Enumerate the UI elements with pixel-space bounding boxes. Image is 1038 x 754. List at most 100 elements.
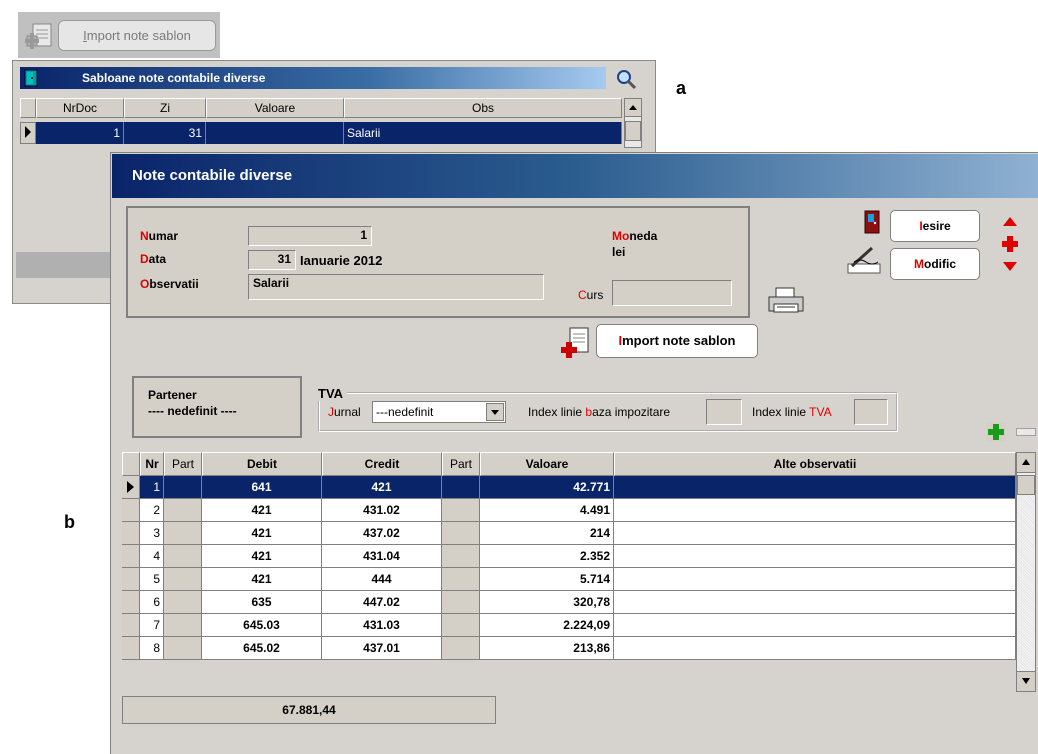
cell-part-debit[interactable] <box>164 499 202 522</box>
import-note-sablon-button-top[interactable]: Import note sablon <box>58 20 216 51</box>
cell-debit[interactable]: 645.03 <box>202 614 322 637</box>
index-baza-field[interactable] <box>706 399 742 425</box>
col-debit[interactable]: Debit <box>202 452 322 476</box>
cell-nr[interactable]: 8 <box>140 637 164 660</box>
table-row[interactable]: 1 31 Salarii <box>20 122 622 144</box>
table-row[interactable]: 8 645.02 437.01 213,86 <box>122 637 1016 660</box>
cell-alte-observatii[interactable] <box>614 522 1016 545</box>
col-obs[interactable]: Obs <box>344 98 622 118</box>
cell-part-debit[interactable] <box>164 522 202 545</box>
scroll-thumb[interactable] <box>1017 475 1035 495</box>
cell-part-debit[interactable] <box>164 568 202 591</box>
cell-valoare[interactable]: 2.352 <box>480 545 614 568</box>
cell-part-debit[interactable] <box>164 476 202 499</box>
import-note-sablon-button[interactable]: Import note sablon <box>596 324 758 358</box>
cell-part-debit[interactable] <box>164 545 202 568</box>
cell-nr[interactable]: 5 <box>140 568 164 591</box>
table-row[interactable]: 4 421 431.04 2.352 <box>122 545 1016 568</box>
cell-debit[interactable]: 421 <box>202 499 322 522</box>
cell-part-debit[interactable] <box>164 591 202 614</box>
cell-part-credit[interactable] <box>442 591 480 614</box>
cell-nr[interactable]: 6 <box>140 591 164 614</box>
remove-row-icon[interactable] <box>1016 428 1036 436</box>
sabloane-scrollbar[interactable] <box>624 98 642 148</box>
cell-part-credit[interactable] <box>442 568 480 591</box>
cell-credit[interactable]: 431.02 <box>322 499 442 522</box>
cell-nr[interactable]: 7 <box>140 614 164 637</box>
cell-alte-observatii[interactable] <box>614 591 1016 614</box>
col-valoare[interactable]: Valoare <box>206 98 344 118</box>
scroll-down-button[interactable] <box>1017 671 1035 691</box>
modific-button[interactable]: Modific <box>890 248 980 280</box>
chevron-down-icon[interactable] <box>486 403 504 421</box>
cell-part-credit[interactable] <box>442 499 480 522</box>
cell-alte-observatii[interactable] <box>614 568 1016 591</box>
data-day-field[interactable]: 31 <box>248 250 296 270</box>
cell-part-debit[interactable] <box>164 637 202 660</box>
iesire-button[interactable]: Iesire <box>890 210 980 242</box>
cell-valoare[interactable]: 42.771 <box>480 476 614 499</box>
cell-part-credit[interactable] <box>442 522 480 545</box>
col-nr[interactable]: Nr <box>140 452 164 476</box>
note-grid-scrollbar[interactable] <box>1016 452 1036 692</box>
cell-valoare[interactable]: 320,78 <box>480 591 614 614</box>
cell-valoare[interactable]: 5.714 <box>480 568 614 591</box>
curs-field[interactable] <box>612 280 732 306</box>
cell-valoare[interactable]: 2.224,09 <box>480 614 614 637</box>
cell-part-credit[interactable] <box>442 614 480 637</box>
col-zi[interactable]: Zi <box>124 98 206 118</box>
scroll-up-button[interactable] <box>625 99 641 117</box>
exit-door-icon[interactable] <box>864 210 880 234</box>
table-row[interactable]: 6 635 447.02 320,78 <box>122 591 1016 614</box>
cell-valoare[interactable]: 214 <box>480 522 614 545</box>
cell-nr[interactable]: 3 <box>140 522 164 545</box>
col-part-debit[interactable]: Part <box>164 452 202 476</box>
col-valoare[interactable]: Valoare <box>480 452 614 476</box>
add-row-icon[interactable] <box>986 422 1006 442</box>
cell-alte-observatii[interactable] <box>614 545 1016 568</box>
cell-debit[interactable]: 421 <box>202 545 322 568</box>
cell-debit[interactable]: 421 <box>202 568 322 591</box>
edit-pen-icon[interactable] <box>846 244 882 274</box>
table-row[interactable]: 7 645.03 431.03 2.224,09 <box>122 614 1016 637</box>
cell-credit[interactable]: 447.02 <box>322 591 442 614</box>
cell-part-credit[interactable] <box>442 476 480 499</box>
cell-alte-observatii[interactable] <box>614 614 1016 637</box>
cell-part-debit[interactable] <box>164 614 202 637</box>
cell-nr[interactable]: 4 <box>140 545 164 568</box>
table-row[interactable]: 5 421 444 5.714 <box>122 568 1016 591</box>
cell-nr[interactable]: 1 <box>140 476 164 499</box>
observatii-field[interactable]: Salarii <box>248 274 544 300</box>
cell-nr[interactable]: 2 <box>140 499 164 522</box>
cell-credit[interactable]: 421 <box>322 476 442 499</box>
cell-alte-observatii[interactable] <box>614 499 1016 522</box>
cell-debit[interactable]: 641 <box>202 476 322 499</box>
table-row[interactable]: 1 641 421 42.771 <box>122 476 1016 499</box>
col-credit[interactable]: Credit <box>322 452 442 476</box>
cell-credit[interactable]: 437.02 <box>322 522 442 545</box>
cell-debit[interactable]: 645.02 <box>202 637 322 660</box>
cell-part-credit[interactable] <box>442 545 480 568</box>
cell-credit[interactable]: 431.04 <box>322 545 442 568</box>
cell-credit[interactable]: 437.01 <box>322 637 442 660</box>
scroll-thumb[interactable] <box>625 121 641 141</box>
table-row[interactable]: 2 421 431.02 4.491 <box>122 499 1016 522</box>
table-row[interactable]: 3 421 437.02 214 <box>122 522 1016 545</box>
index-tva-field[interactable] <box>854 399 888 425</box>
col-part-credit[interactable]: Part <box>442 452 480 476</box>
cell-alte-observatii[interactable] <box>614 637 1016 660</box>
scroll-up-button[interactable] <box>1017 453 1035 473</box>
printer-icon[interactable] <box>766 286 806 316</box>
cell-part-credit[interactable] <box>442 637 480 660</box>
numar-field[interactable]: 1 <box>248 226 372 246</box>
search-icon[interactable] <box>614 68 640 90</box>
cell-debit[interactable]: 635 <box>202 591 322 614</box>
cell-debit[interactable]: 421 <box>202 522 322 545</box>
cell-credit[interactable]: 444 <box>322 568 442 591</box>
col-nrdoc[interactable]: NrDoc <box>36 98 124 118</box>
col-alte-observatii[interactable]: Alte observatii <box>614 452 1016 476</box>
cell-valoare[interactable]: 213,86 <box>480 637 614 660</box>
cell-valoare[interactable]: 4.491 <box>480 499 614 522</box>
jurnal-select[interactable]: ---nedefinit <box>372 401 506 423</box>
cell-alte-observatii[interactable] <box>614 476 1016 499</box>
